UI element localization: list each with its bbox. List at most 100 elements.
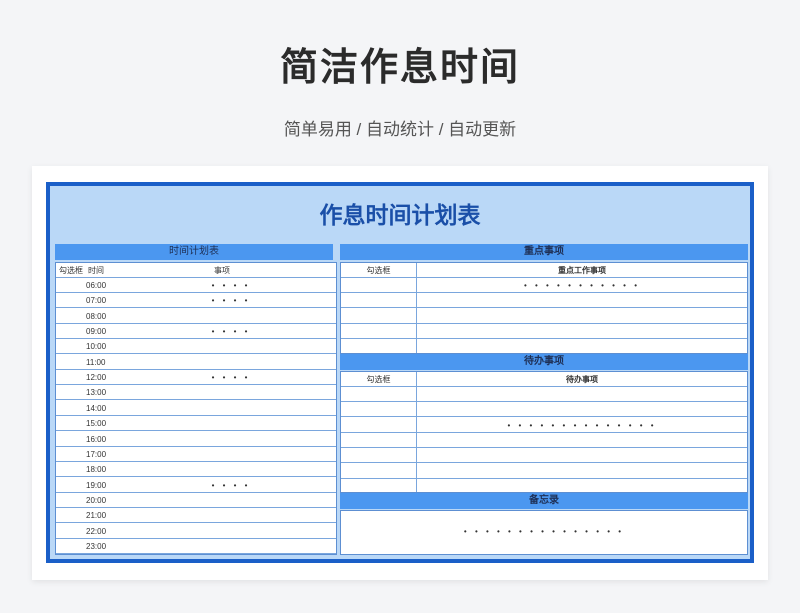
table-row: 06:00 • • • • [56,278,336,293]
table-row: 19:00 • • • • [56,478,336,493]
todo-header-row: 勾选框 待办事项 [341,372,747,387]
row-checkbox[interactable] [341,433,416,448]
table-row: 17:00 [56,447,336,462]
row-time: 07:00 [86,296,107,306]
row-checkbox[interactable] [56,493,84,508]
row-time: 17:00 [86,449,107,459]
row-checkbox[interactable] [56,339,84,354]
row-item[interactable] [126,339,336,354]
row-item[interactable] [126,524,336,539]
col-item-label: 事项 [214,266,230,275]
row-checkbox[interactable] [56,524,84,539]
todo-row [341,448,747,464]
table-row: 07:00 • • • • [56,293,336,309]
todo-row [341,464,747,479]
row-item[interactable]: • • • • [126,324,336,339]
key-item-row [341,324,747,340]
todo-item-text[interactable] [417,479,747,494]
key-item-row [341,309,747,324]
row-checkbox[interactable] [341,340,416,355]
row-item[interactable] [126,385,336,400]
todo-item-text[interactable] [417,464,747,479]
row-checkbox[interactable] [341,278,416,293]
todo-table: 勾选框 待办事项 • • • • • • • • • • • • • • [340,371,748,494]
key-col-check-label: 勾选框 [366,266,391,275]
row-checkbox[interactable] [56,416,84,431]
col-check-label: 勾选框 [59,266,83,275]
todo-item-text[interactable] [417,402,747,417]
row-checkbox[interactable] [56,355,84,370]
row-time: 16:00 [86,434,107,444]
row-item[interactable]: • • • • [126,293,336,308]
table-row: 11:00 [56,355,336,370]
memo-area[interactable]: • • • • • • • • • • • • • • • [340,510,748,555]
page-title: 简洁作息时间 [279,47,520,89]
row-checkbox[interactable] [341,309,416,324]
row-item[interactable] [126,432,336,447]
key-item-text[interactable] [417,293,747,308]
todo-row [341,479,747,494]
row-time: 12:00 [86,373,107,383]
row-item[interactable]: • • • • [126,370,336,385]
row-item[interactable] [126,447,336,462]
key-item-text[interactable]: • • • • • • • • • • • [417,278,747,293]
todo-header: 待办事项 [340,354,748,370]
key-items-header: 重点事项 [340,244,748,260]
table-row: 10:00 [56,339,336,355]
row-item[interactable] [126,309,336,324]
row-item[interactable] [126,416,336,431]
row-time: 19:00 [86,480,107,490]
key-item-text[interactable] [417,340,747,355]
row-checkbox[interactable] [341,464,416,479]
row-item[interactable] [126,493,336,508]
row-checkbox[interactable] [341,387,416,402]
row-item[interactable]: • • • • [126,278,336,293]
row-checkbox[interactable] [56,309,84,324]
row-item[interactable] [126,401,336,416]
row-item[interactable] [126,462,336,477]
row-checkbox[interactable] [341,324,416,339]
row-checkbox[interactable] [56,432,84,447]
row-time: 22:00 [86,526,107,536]
todo-col-item-label: 待办事项 [566,375,598,384]
key-item-text[interactable] [417,309,747,324]
row-checkbox[interactable] [56,539,84,554]
row-time: 13:00 [86,388,107,398]
memo-content: • • • • • • • • • • • • • • • [463,527,625,536]
todo-item-text[interactable] [417,387,747,402]
todo-row: • • • • • • • • • • • • • • [341,418,747,433]
row-checkbox[interactable] [56,508,84,523]
row-checkbox[interactable] [341,479,416,494]
row-checkbox[interactable] [341,418,416,433]
page-subtitle: 简单易用 / 自动统计 / 自动更新 [283,120,517,139]
row-time: 11:00 [86,357,106,367]
row-checkbox[interactable] [341,293,416,308]
row-item[interactable] [126,355,336,370]
row-checkbox[interactable] [341,448,416,463]
row-checkbox[interactable] [56,462,84,477]
row-time: 06:00 [86,281,107,290]
row-checkbox[interactable] [341,402,416,417]
key-item-row [341,293,747,309]
todo-row [341,387,747,402]
row-time: 08:00 [86,311,107,321]
todo-item-text[interactable] [417,433,747,448]
table-row: 20:00 [56,493,336,508]
table-row: 09:00 • • • • [56,324,336,340]
row-item[interactable] [126,508,336,523]
todo-item-text[interactable] [417,448,747,463]
todo-item-text[interactable]: • • • • • • • • • • • • • • [417,418,747,433]
row-item[interactable]: • • • • [126,478,336,493]
row-time: 09:00 [86,327,107,337]
row-checkbox[interactable] [56,447,84,462]
row-checkbox[interactable] [56,370,84,385]
table-row: 08:00 [56,309,336,324]
row-checkbox[interactable] [56,478,84,493]
row-checkbox[interactable] [56,385,84,400]
row-checkbox[interactable] [56,324,84,339]
key-item-text[interactable] [417,324,747,339]
row-checkbox[interactable] [56,278,84,293]
row-checkbox[interactable] [56,401,84,416]
row-item[interactable] [126,539,336,554]
row-checkbox[interactable] [56,293,84,308]
